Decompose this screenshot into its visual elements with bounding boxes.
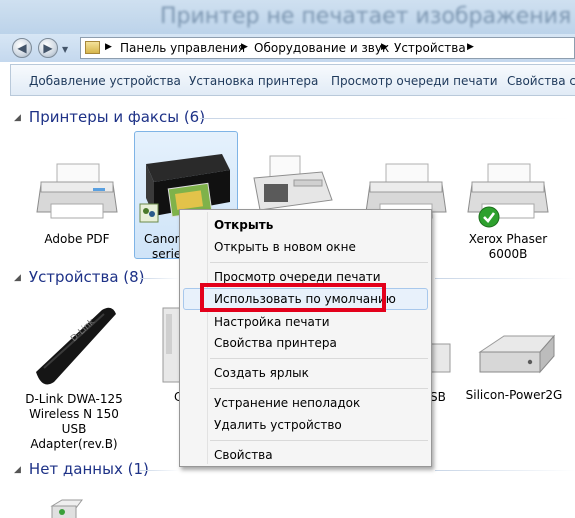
group-divider [435, 278, 575, 279]
menu-item-properties[interactable]: Свойства [214, 448, 273, 462]
device-silicon-power[interactable]: Silicon-Power2G [464, 322, 564, 412]
device-label: Wireless N 150 [29, 407, 119, 421]
collapse-arrow-icon[interactable]: ◢ [14, 465, 21, 475]
group-header-printers[interactable]: ◢ Принтеры и факсы (6) [14, 108, 205, 126]
device-label: USB [61, 422, 87, 436]
group-header-nodata[interactable]: ◢ Нет данных (1) [14, 460, 149, 478]
menu-item-remove-device[interactable]: Удалить устройство [214, 418, 342, 432]
device-label: SB [430, 390, 446, 404]
address-row: ◀ ▶ ▼ ▶ Панель управления ▶ Оборудование… [0, 34, 575, 62]
breadcrumb-control-panel[interactable]: Панель управления [120, 41, 245, 55]
printer-adobe-pdf[interactable]: Adobe PDF [27, 146, 127, 256]
menu-item-create-shortcut[interactable]: Создать ярлык [214, 366, 309, 380]
collapse-arrow-icon[interactable]: ◢ [14, 273, 21, 283]
forward-arrow-icon[interactable]: ▶ [38, 38, 58, 58]
menu-separator [210, 440, 428, 441]
device-label: 6000B [488, 247, 528, 261]
print-queue-button[interactable]: Просмотр очереди печати [331, 74, 498, 88]
menu-gutter [207, 212, 208, 464]
device-unknown[interactable] [46, 496, 86, 518]
context-menu: Открыть Открыть в новом окне Просмотр оч… [179, 209, 432, 467]
group-label: Устройства (8) [28, 268, 145, 286]
printer-icon [467, 163, 549, 219]
device-usb[interactable]: SB [428, 336, 458, 416]
usb-adapter-icon: D-Link [36, 307, 116, 385]
server-properties-button[interactable]: Свойства сер [507, 74, 575, 88]
group-label: Принтеры и факсы (6) [28, 108, 206, 126]
menu-separator [210, 358, 428, 359]
group-divider [435, 470, 575, 471]
drive-icon [429, 343, 451, 373]
green-check-icon [478, 206, 500, 228]
group-divider [200, 118, 570, 119]
device-label: Xerox Phaser [468, 232, 548, 246]
highlight-annotation-box [200, 283, 386, 312]
device-label: Adapter(rev.B) [30, 437, 118, 451]
menu-item-print-settings[interactable]: Настройка печати [214, 315, 330, 329]
back-arrow-icon[interactable]: ◀ [12, 38, 32, 58]
menu-item-open[interactable]: Открыть [214, 218, 273, 232]
address-bar[interactable]: ▶ Панель управления ▶ Оборудование и зву… [80, 37, 575, 59]
breadcrumb-separator-icon[interactable]: ▶ [467, 42, 474, 52]
device-label: Silicon-Power2G [465, 388, 563, 402]
window-title: Принтер не печатает изображения [160, 4, 572, 29]
removable-drive-icon [478, 334, 556, 374]
collapse-arrow-icon[interactable]: ◢ [14, 113, 21, 123]
breadcrumb-separator-icon[interactable]: ▶ [241, 42, 248, 52]
breadcrumb-hardware-sound[interactable]: Оборудование и звук [254, 41, 389, 55]
device-dlink-adapter[interactable]: D-Link D-Link DWA-125 Wireless N 150 USB… [24, 302, 124, 452]
group-divider [140, 470, 180, 471]
group-label: Нет данных (1) [28, 460, 149, 478]
printer-xerox-phaser[interactable]: Xerox Phaser 6000B [458, 146, 558, 266]
group-divider [140, 278, 180, 279]
menu-separator [210, 262, 428, 263]
add-printer-button[interactable]: Установка принтера [189, 74, 318, 88]
command-bar: Добавление устройства Установка принтера… [10, 64, 575, 96]
breadcrumb-separator-icon[interactable]: ▶ [381, 42, 388, 52]
menu-item-open-new-window[interactable]: Открыть в новом окне [214, 240, 356, 254]
printer-icon [36, 163, 118, 219]
menu-item-printer-properties[interactable]: Свойства принтера [214, 336, 337, 350]
breadcrumb-separator-icon[interactable]: ▶ [105, 42, 112, 52]
window-title-bar: Принтер не печатает изображения [0, 0, 575, 34]
breadcrumb-devices[interactable]: Устройства [394, 41, 466, 55]
folder-icon [85, 41, 100, 54]
add-device-button[interactable]: Добавление устройства [29, 74, 181, 88]
menu-separator [210, 388, 428, 389]
device-label: Adobe PDF [44, 232, 110, 246]
history-dropdown-icon[interactable]: ▼ [62, 45, 68, 54]
group-header-devices[interactable]: ◢ Устройства (8) [14, 268, 145, 286]
menu-item-troubleshoot[interactable]: Устранение неполадок [214, 396, 360, 410]
unknown-device-icon [50, 499, 83, 518]
menu-item-print-queue[interactable]: Просмотр очереди печати [214, 270, 381, 284]
device-label: D-Link DWA-125 [25, 392, 123, 406]
